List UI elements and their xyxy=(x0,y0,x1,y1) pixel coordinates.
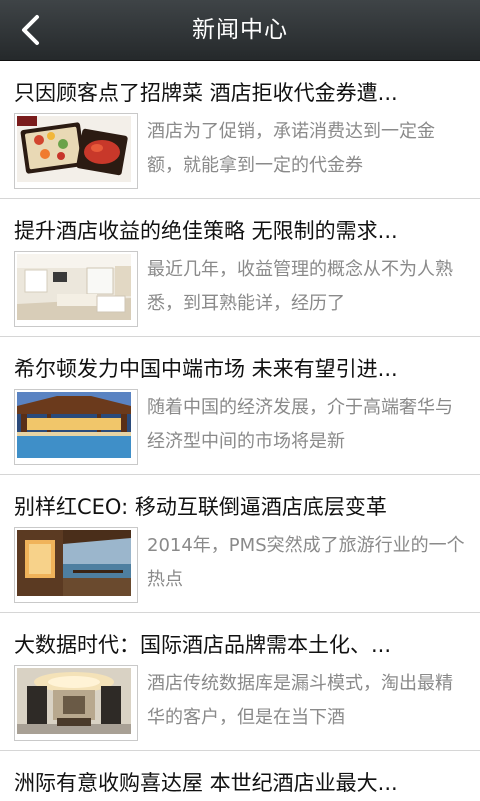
news-summary: 酒店传统数据库是漏斗模式，淘出最精华的客户，但是在当下酒 xyxy=(147,673,453,728)
news-summary: 随着中国的经济发展，介于高端奢华与经济型中间的市场将是新 xyxy=(147,397,453,452)
news-summary: 2014年，PMS突然成了旅游行业的一个热点 xyxy=(147,535,465,590)
page-title: 新闻中心 xyxy=(192,17,288,43)
resort-pool-image xyxy=(17,392,131,458)
app-header: 新闻中心 xyxy=(0,0,480,61)
news-item[interactable]: 大数据时代：国际酒店品牌需本土化、... 酒店传统数据库是漏斗模式，淘出最精华的… xyxy=(0,613,480,751)
news-item[interactable]: 洲际有意收购喜达屋 本世纪酒店业最大... xyxy=(0,751,480,801)
hotel-lobby-image xyxy=(17,668,131,734)
news-title[interactable]: 只因顾客点了招牌菜 酒店拒收代金券遭... xyxy=(14,77,466,107)
news-thumbnail[interactable] xyxy=(14,665,138,741)
news-item[interactable]: 希尔顿发力中国中端市场 未来有望引进... 随着中国的经济发展，介于高端奢华与经… xyxy=(0,337,480,475)
news-title[interactable]: 洲际有意收购喜达屋 本世纪酒店业最大... xyxy=(14,767,466,797)
news-item[interactable]: 只因顾客点了招牌菜 酒店拒收代金券遭... 酒店为了促销，承诺消费达到一定金额，… xyxy=(0,61,480,199)
news-thumbnail[interactable] xyxy=(14,113,138,189)
resort-terrace-image xyxy=(17,530,131,596)
news-thumbnail[interactable] xyxy=(14,527,138,603)
news-thumbnail[interactable] xyxy=(14,389,138,465)
news-summary: 最近几年，收益管理的概念从不为人熟悉，到耳熟能详，经历了 xyxy=(147,259,453,314)
news-item[interactable]: 别样红CEO: 移动互联倒逼酒店底层变革 2014年，PMS突然成了旅游行业的一… xyxy=(0,475,480,613)
news-title[interactable]: 提升酒店收益的绝佳策略 无限制的需求... xyxy=(14,215,466,245)
news-title[interactable]: 大数据时代：国际酒店品牌需本土化、... xyxy=(14,629,466,659)
news-item[interactable]: 提升酒店收益的绝佳策略 无限制的需求... 最近几年，收益管理的概念从不为人熟悉… xyxy=(0,199,480,337)
news-title[interactable]: 希尔顿发力中国中端市场 未来有望引进... xyxy=(14,353,466,383)
food-platter-image xyxy=(17,116,131,182)
news-summary: 酒店为了促销，承诺消费达到一定金额，就能拿到一定的代金券 xyxy=(147,121,435,176)
news-list: 只因顾客点了招牌菜 酒店拒收代金券遭... 酒店为了促销，承诺消费达到一定金额，… xyxy=(0,61,480,801)
news-thumbnail[interactable] xyxy=(14,251,138,327)
news-title[interactable]: 别样红CEO: 移动互联倒逼酒店底层变革 xyxy=(14,491,466,521)
hotel-room-image xyxy=(17,254,131,320)
